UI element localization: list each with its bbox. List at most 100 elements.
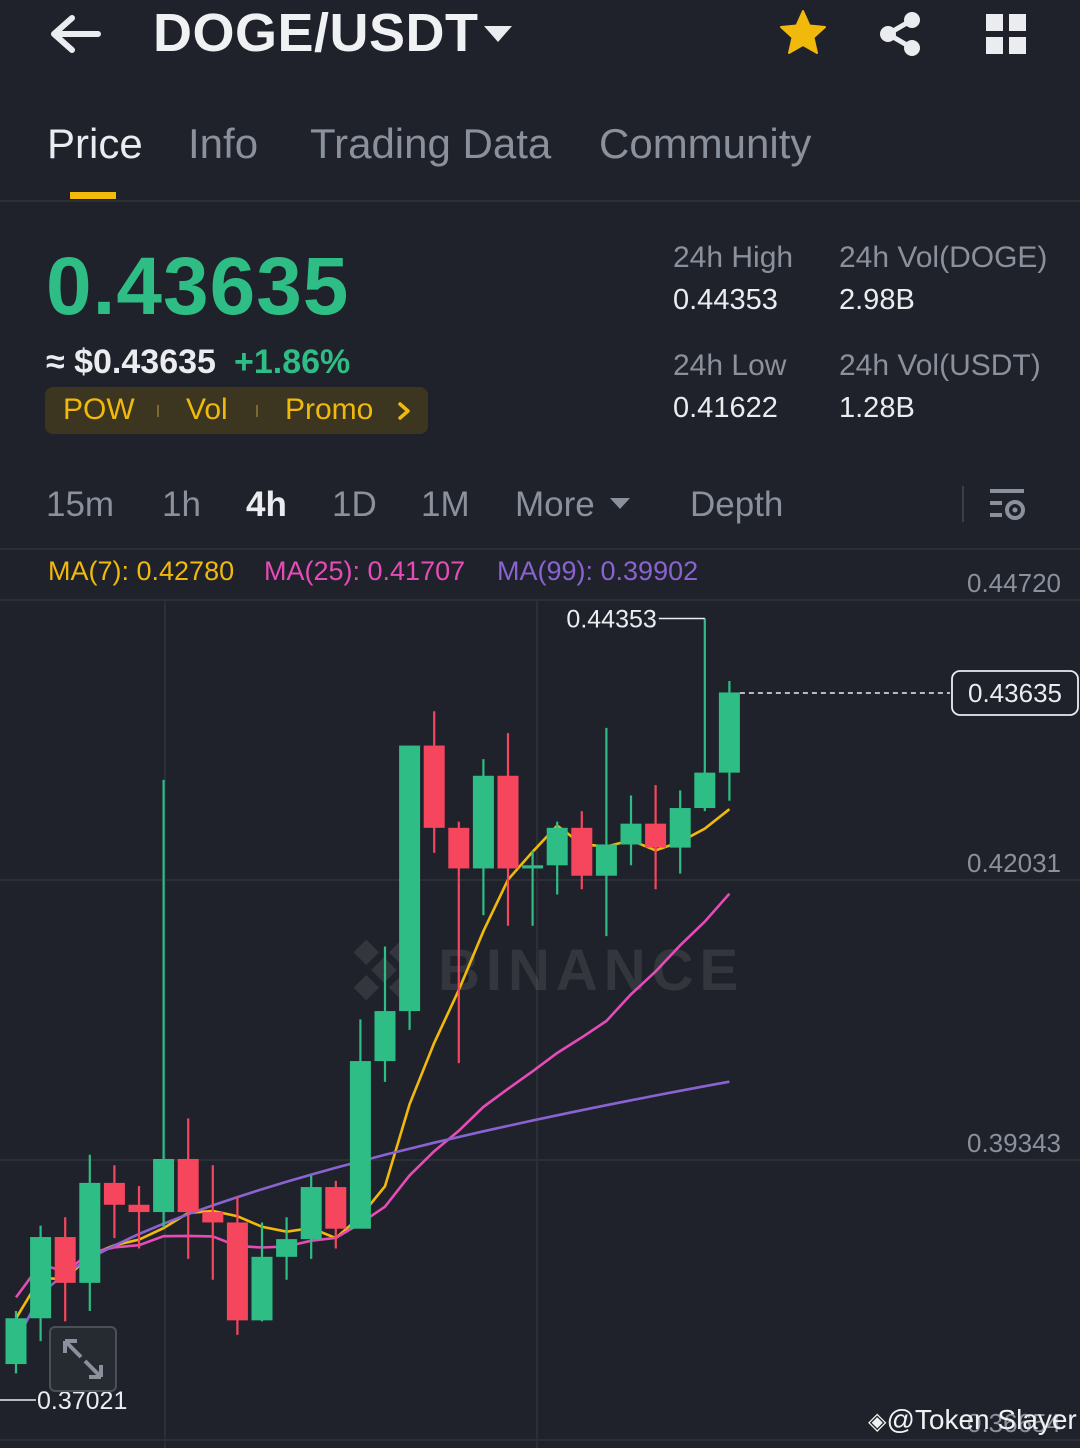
candle — [300, 1175, 322, 1259]
tag-promo[interactable]: Promo — [285, 393, 373, 427]
tag-vol[interactable]: Vol — [186, 393, 228, 427]
tag-separator — [157, 405, 159, 417]
candle-body — [103, 1182, 125, 1205]
tab-trading-data[interactable]: Trading Data — [310, 120, 551, 168]
candle-body — [718, 692, 740, 773]
candle-body — [276, 1239, 298, 1257]
interval-1h[interactable]: 1h — [162, 485, 201, 525]
y-axis-label: 0.39343 — [967, 1128, 1061, 1158]
interval-more[interactable]: More — [515, 485, 595, 525]
grid-icon — [986, 14, 1026, 54]
interval-1m[interactable]: 1M — [421, 485, 470, 525]
candle — [669, 790, 691, 874]
candle-body — [300, 1187, 322, 1240]
candle-body — [595, 844, 617, 876]
candle-body — [374, 1011, 396, 1062]
interval-4h[interactable]: 4h — [246, 485, 287, 525]
back-button[interactable] — [46, 10, 106, 58]
candle-body — [325, 1187, 347, 1229]
candle-body — [79, 1182, 101, 1283]
pair-title[interactable]: DOGE/USDT — [153, 2, 479, 64]
candle-body — [571, 827, 593, 876]
candle-body — [128, 1204, 150, 1213]
interval-1d[interactable]: 1D — [332, 485, 377, 525]
credit-watermark: ◈@Token Slayer — [868, 1404, 1077, 1436]
candle — [128, 1186, 150, 1249]
header-divider — [0, 200, 1080, 202]
candlestick-chart[interactable]: 0.44720 0.42031 0.39343 0.36654 BINANCE … — [0, 550, 1080, 1448]
candle-body — [694, 772, 716, 809]
candle — [595, 727, 617, 937]
candle — [30, 1225, 52, 1342]
candle — [645, 785, 667, 890]
pair-selector-button[interactable] — [482, 20, 514, 46]
candle — [5, 1310, 27, 1374]
chart-settings-button[interactable] — [988, 486, 1028, 524]
last-price-label: 0.43635 — [968, 678, 1062, 708]
vol-base-value: 2.98B — [839, 284, 915, 316]
chevron-right-icon — [398, 402, 410, 420]
more-dropdown[interactable] — [609, 496, 631, 510]
low-label: 24h Low — [673, 349, 787, 382]
last-price: 0.43635 — [46, 241, 350, 332]
candle — [423, 711, 445, 853]
candle — [153, 779, 175, 1228]
candle — [251, 1222, 273, 1322]
vol-quote-value: 1.28B — [839, 392, 915, 424]
candle-body — [251, 1256, 273, 1321]
binance-logo-icon: ◈ — [868, 1408, 887, 1435]
star-icon — [780, 10, 826, 54]
watermark-text: BINANCE — [438, 938, 744, 1003]
tab-info[interactable]: Info — [188, 120, 258, 168]
candle — [103, 1165, 125, 1239]
candle — [718, 681, 740, 801]
candle — [399, 745, 421, 1030]
candle — [620, 795, 642, 866]
candle — [349, 1019, 371, 1229]
interval-15m[interactable]: 15m — [46, 485, 114, 525]
tag-pow[interactable]: POW — [63, 393, 135, 427]
caret-down-icon — [610, 498, 630, 509]
chart-settings-icon — [990, 489, 1025, 520]
vol-quote-label: 24h Vol(USDT) — [839, 349, 1041, 382]
tab-price[interactable]: Price — [47, 120, 143, 168]
share-icon — [880, 12, 920, 56]
candle-body — [54, 1237, 76, 1283]
candle — [276, 1217, 298, 1280]
share-button[interactable] — [876, 10, 924, 58]
candle — [226, 1196, 248, 1335]
fullscreen-button[interactable] — [49, 1326, 117, 1392]
candle-body — [448, 827, 470, 869]
candle-body — [349, 1061, 371, 1229]
candle — [546, 821, 568, 895]
candle — [472, 759, 494, 916]
low-value: 0.41622 — [673, 392, 778, 424]
candle-body — [5, 1318, 27, 1365]
candle-body — [669, 808, 691, 848]
favorite-button[interactable] — [778, 8, 828, 58]
interval-divider — [962, 486, 964, 522]
layout-button[interactable] — [984, 12, 1028, 56]
candle-body — [645, 823, 667, 848]
price-change: +1.86% — [234, 343, 351, 381]
candle-body — [423, 745, 445, 828]
back-arrow-icon — [51, 15, 101, 53]
candle-body — [153, 1158, 175, 1213]
vol-base-label: 24h Vol(DOGE) — [839, 241, 1048, 274]
y-axis-label: 0.42031 — [967, 848, 1061, 878]
credit-text: @Token Slayer — [886, 1404, 1077, 1435]
tags-chevron — [396, 401, 412, 421]
candle-body — [202, 1212, 224, 1223]
candle-body — [620, 823, 642, 845]
depth-tab[interactable]: Depth — [690, 485, 783, 525]
active-tab-indicator — [70, 192, 116, 199]
candle-body — [177, 1158, 199, 1213]
tab-community[interactable]: Community — [599, 120, 811, 168]
candle — [202, 1165, 224, 1280]
expand-icon — [63, 1339, 103, 1379]
candle — [177, 1118, 199, 1259]
tag-separator — [256, 405, 258, 417]
candle-body — [399, 745, 421, 1012]
caret-down-icon — [484, 26, 512, 42]
candle — [694, 618, 716, 812]
